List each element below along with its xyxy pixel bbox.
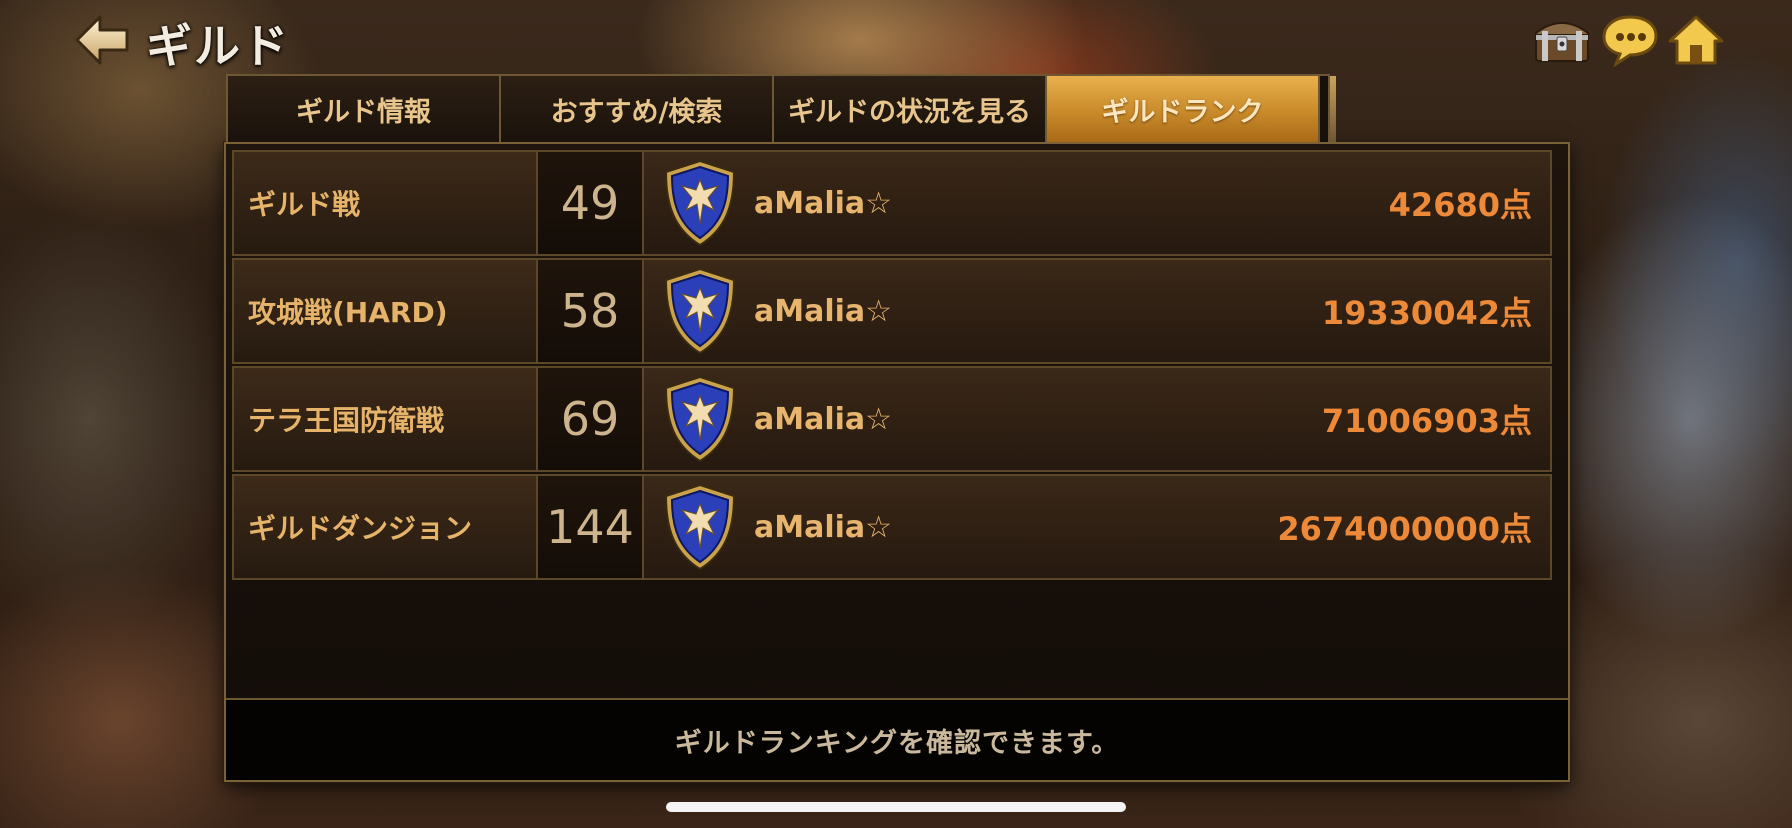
ranking-guild-cell: aMalia☆ 2674000000点 bbox=[644, 476, 1550, 578]
ranking-score: 2674000000点 bbox=[1277, 510, 1532, 548]
ranking-row: 攻城戦(HARD) 58 aMalia☆ 19330042点 bbox=[232, 258, 1552, 364]
tab-bar-end-cap bbox=[1330, 76, 1336, 142]
guild-emblem-icon bbox=[664, 375, 736, 463]
home-button[interactable] bbox=[1664, 12, 1728, 68]
guild-name: aMalia☆ bbox=[754, 185, 893, 221]
ranking-score: 19330042点 bbox=[1321, 294, 1532, 332]
ranking-row: ギルド戦 49 aMalia☆ 42680点 bbox=[232, 150, 1552, 256]
chat-bubble-icon bbox=[1602, 15, 1658, 67]
ranking-row: テラ王国防衛戦 69 aMalia☆ 71006903点 bbox=[232, 366, 1552, 472]
page-title: ギルド bbox=[146, 19, 290, 73]
tab-bar: ギルド情報 おすすめ/検索 ギルドの状況を見る ギルドランク bbox=[226, 74, 1336, 142]
ranking-category: テラ王国防衛戦 bbox=[234, 368, 538, 470]
ranking-position: 49 bbox=[538, 152, 644, 254]
tab-recommend-search[interactable]: おすすめ/検索 bbox=[501, 76, 774, 142]
guild-name: aMalia☆ bbox=[754, 401, 893, 437]
ranking-guild-cell: aMalia☆ 42680点 bbox=[644, 152, 1550, 254]
ranking-list: ギルド戦 49 aMalia☆ 42680点 攻城戦(HARD) 58 aMal… bbox=[232, 150, 1552, 582]
tab-guild-rank[interactable]: ギルドランク bbox=[1047, 76, 1320, 142]
guild-name: aMalia☆ bbox=[754, 509, 893, 545]
chat-button[interactable] bbox=[1598, 12, 1662, 68]
back-button[interactable] bbox=[72, 12, 132, 68]
chest-button[interactable] bbox=[1530, 12, 1594, 68]
ranking-guild-cell: aMalia☆ 71006903点 bbox=[644, 368, 1550, 470]
info-message: ギルドランキングを確認できます。 bbox=[674, 727, 1120, 759]
ranking-category: ギルド戦 bbox=[234, 152, 538, 254]
home-icon bbox=[1668, 15, 1724, 65]
ranking-score: 42680点 bbox=[1388, 186, 1532, 224]
treasure-chest-icon bbox=[1535, 22, 1589, 62]
back-arrow-icon bbox=[75, 15, 129, 65]
home-indicator-bar[interactable] bbox=[666, 802, 1126, 812]
guild-emblem-icon bbox=[664, 483, 736, 571]
guild-name: aMalia☆ bbox=[754, 293, 893, 329]
ranking-guild-cell: aMalia☆ 19330042点 bbox=[644, 260, 1550, 362]
ranking-position: 69 bbox=[538, 368, 644, 470]
tab-guild-status[interactable]: ギルドの状況を見る bbox=[774, 76, 1047, 142]
ranking-position: 58 bbox=[538, 260, 644, 362]
ranking-row: ギルドダンジョン 144 aMalia☆ 2674000000点 bbox=[232, 474, 1552, 580]
ranking-category: ギルドダンジョン bbox=[234, 476, 538, 578]
guild-emblem-icon bbox=[664, 267, 736, 355]
info-message-bar: ギルドランキングを確認できます。 bbox=[226, 698, 1568, 780]
ranking-category: 攻城戦(HARD) bbox=[234, 260, 538, 362]
guild-emblem-icon bbox=[664, 159, 736, 247]
ranking-position: 144 bbox=[538, 476, 644, 578]
tab-guild-info[interactable]: ギルド情報 bbox=[228, 76, 501, 142]
ranking-score: 71006903点 bbox=[1321, 402, 1532, 440]
